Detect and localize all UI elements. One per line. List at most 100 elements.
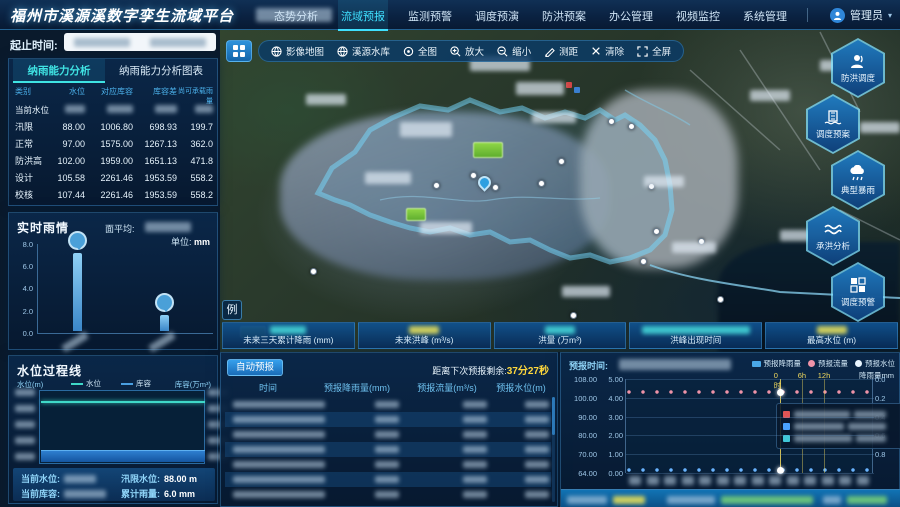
toolbar-full-extent[interactable]: 全图 xyxy=(403,44,437,58)
map-station-marker[interactable] xyxy=(608,118,615,125)
blurred-stat-value xyxy=(270,326,306,334)
map-station-marker[interactable] xyxy=(310,268,317,275)
nav-monitor-warning[interactable]: 监测预警 xyxy=(405,0,455,31)
chart-tooltip xyxy=(776,403,900,449)
y-tick: 8.0 xyxy=(9,240,33,249)
tab-rain-capacity-analysis[interactable]: 纳雨能力分析 xyxy=(13,59,105,83)
stat-rain-3day[interactable]: 未来三天累计降雨 (mm) xyxy=(222,322,355,349)
level-axis-tick: 70.00 xyxy=(561,450,597,459)
table-row[interactable]: 汛限88.001006.80698.93199.7 xyxy=(15,118,213,135)
toolbar-clear[interactable]: 清除 xyxy=(591,44,624,58)
water-level-process-panel: 水位过程线 水位(m) 水位 库容 库容(万m³) 当前水位: 汛限水位: 88… xyxy=(8,355,218,504)
table-row[interactable]: 设计105.582261.461953.59558.2 xyxy=(15,169,213,186)
map-green-label[interactable] xyxy=(473,142,503,158)
map-station-marker[interactable] xyxy=(653,228,660,235)
date-range-input[interactable] xyxy=(64,33,216,51)
hex-label: 防洪调度 xyxy=(841,72,875,84)
toolbar-fullscreen[interactable]: 全屏 xyxy=(637,44,671,58)
map-blue-marker[interactable] xyxy=(574,87,580,93)
toolbar-label: 溪源水库 xyxy=(352,44,390,58)
flood-summary-status-bar xyxy=(561,489,900,507)
water-level-chart[interactable] xyxy=(39,390,205,464)
blurred-x-label xyxy=(682,476,694,485)
table-row[interactable] xyxy=(225,457,551,472)
nav-basin-forecast[interactable]: 流域预报 xyxy=(338,0,388,31)
table-row[interactable] xyxy=(225,442,551,457)
table-row[interactable]: 正常97.001575.001267.13362.0 xyxy=(15,135,213,152)
map-station-marker[interactable] xyxy=(470,172,477,179)
cell-value: 362.0 xyxy=(177,139,213,149)
blurred-forecast-time-select[interactable] xyxy=(619,359,731,370)
map-apps-launcher-button[interactable] xyxy=(226,40,252,62)
table-row[interactable] xyxy=(225,487,551,502)
table-row[interactable]: 防洪高102.001959.001651.13471.8 xyxy=(15,152,213,169)
legend-swatch xyxy=(808,360,815,367)
blurred-value-cell xyxy=(463,431,487,438)
alert-grid-icon xyxy=(850,277,866,293)
tab-rain-capacity-chart[interactable]: 纳雨能力分析图表 xyxy=(107,59,215,83)
map-station-marker[interactable] xyxy=(538,180,545,187)
table-row[interactable] xyxy=(225,397,551,412)
stat-peak-time[interactable]: 洪峰出现时间 xyxy=(629,322,762,349)
blurred-y-tick xyxy=(15,437,35,444)
stat-max-level[interactable]: 最高水位 (m) xyxy=(765,322,898,349)
rain-bar-slot xyxy=(73,242,82,331)
blurred-y-tick xyxy=(15,421,35,428)
rain-bar[interactable] xyxy=(160,315,169,331)
nav-flood-plan[interactable]: 防洪预案 xyxy=(539,0,589,31)
table-row[interactable] xyxy=(225,427,551,442)
table-row-current-level[interactable]: 当前水位 xyxy=(15,101,213,118)
blurred-status-text xyxy=(667,496,715,504)
page-title: 福州市溪源溪数字孪生流域平台 xyxy=(10,5,234,26)
rain-bar[interactable] xyxy=(73,253,82,331)
map-station-marker[interactable] xyxy=(433,182,440,189)
toolbar-zoom-in[interactable]: 放大 xyxy=(450,44,484,58)
nav-system-management[interactable]: 系统管理 xyxy=(740,0,790,31)
map-station-marker[interactable] xyxy=(717,296,724,303)
legend-flow[interactable]: 预报流量 xyxy=(808,358,848,369)
gridline xyxy=(626,398,874,399)
legend-level[interactable]: 预报水位 xyxy=(855,358,895,369)
legend-water-level[interactable]: 水位 xyxy=(71,378,101,389)
map-station-marker[interactable] xyxy=(628,123,635,130)
scrollbar-thumb[interactable] xyxy=(552,397,555,435)
blurred-x-label xyxy=(148,331,176,353)
legend-rainfall[interactable]: 预报降雨量 xyxy=(752,358,802,369)
stat-flood-volume[interactable]: 洪量 (万m³) xyxy=(494,322,627,349)
blurred-value-cell xyxy=(463,491,487,498)
blurred-value-cell xyxy=(463,476,487,483)
nav-office-management[interactable]: 办公管理 xyxy=(606,0,656,31)
map-station-marker[interactable] xyxy=(492,184,499,191)
forecast-chart-plot[interactable]: 0时 6h 12h xyxy=(625,379,873,473)
toolbar-imagery-map[interactable]: 影像地图 xyxy=(271,44,324,58)
map-station-marker[interactable] xyxy=(558,158,565,165)
map-legend-button[interactable]: 例 xyxy=(222,300,242,320)
toolbar-measure[interactable]: 测距 xyxy=(544,44,578,58)
map-station-marker[interactable] xyxy=(640,258,647,265)
basin-map[interactable]: 影像地图 溪源水库 全图 放大 缩小 测距 xyxy=(220,30,900,352)
row-label: 当前水位 xyxy=(15,104,53,116)
nav-situation-analysis[interactable]: 态势分析 xyxy=(271,0,321,31)
table-row[interactable] xyxy=(225,412,551,427)
user-menu[interactable]: 管理员 ▾ xyxy=(830,0,892,30)
blurred-time-cell xyxy=(233,491,325,498)
map-toolbar: 影像地图 溪源水库 全图 放大 缩小 测距 xyxy=(258,40,684,62)
map-blurred-label xyxy=(365,172,411,184)
table-row[interactable] xyxy=(225,472,551,487)
legend-storage[interactable]: 库容 xyxy=(121,378,151,389)
toolbar-zoom-out[interactable]: 缩小 xyxy=(497,44,531,58)
nav-dispatch-rehearsal[interactable]: 调度预演 xyxy=(472,0,522,31)
table-row[interactable]: 校核107.442261.461953.59558.2 xyxy=(15,186,213,203)
forecast-table-body xyxy=(225,397,551,502)
auto-forecast-button[interactable]: 自动预报 xyxy=(227,359,283,376)
zoom-in-icon xyxy=(450,46,461,57)
nav-video-monitor[interactable]: 视频监控 xyxy=(673,0,723,31)
y-axis xyxy=(37,244,38,333)
map-station-marker[interactable] xyxy=(570,312,577,319)
toolbar-xiyuan-reservoir[interactable]: 溪源水库 xyxy=(337,44,390,58)
map-green-label[interactable] xyxy=(406,208,426,221)
map-red-marker[interactable] xyxy=(566,82,572,88)
stat-future-peak-flow[interactable]: 未来洪峰 (m³/s) xyxy=(358,322,491,349)
blurred-end-date xyxy=(150,38,206,47)
blurred-value-cell xyxy=(525,401,549,408)
